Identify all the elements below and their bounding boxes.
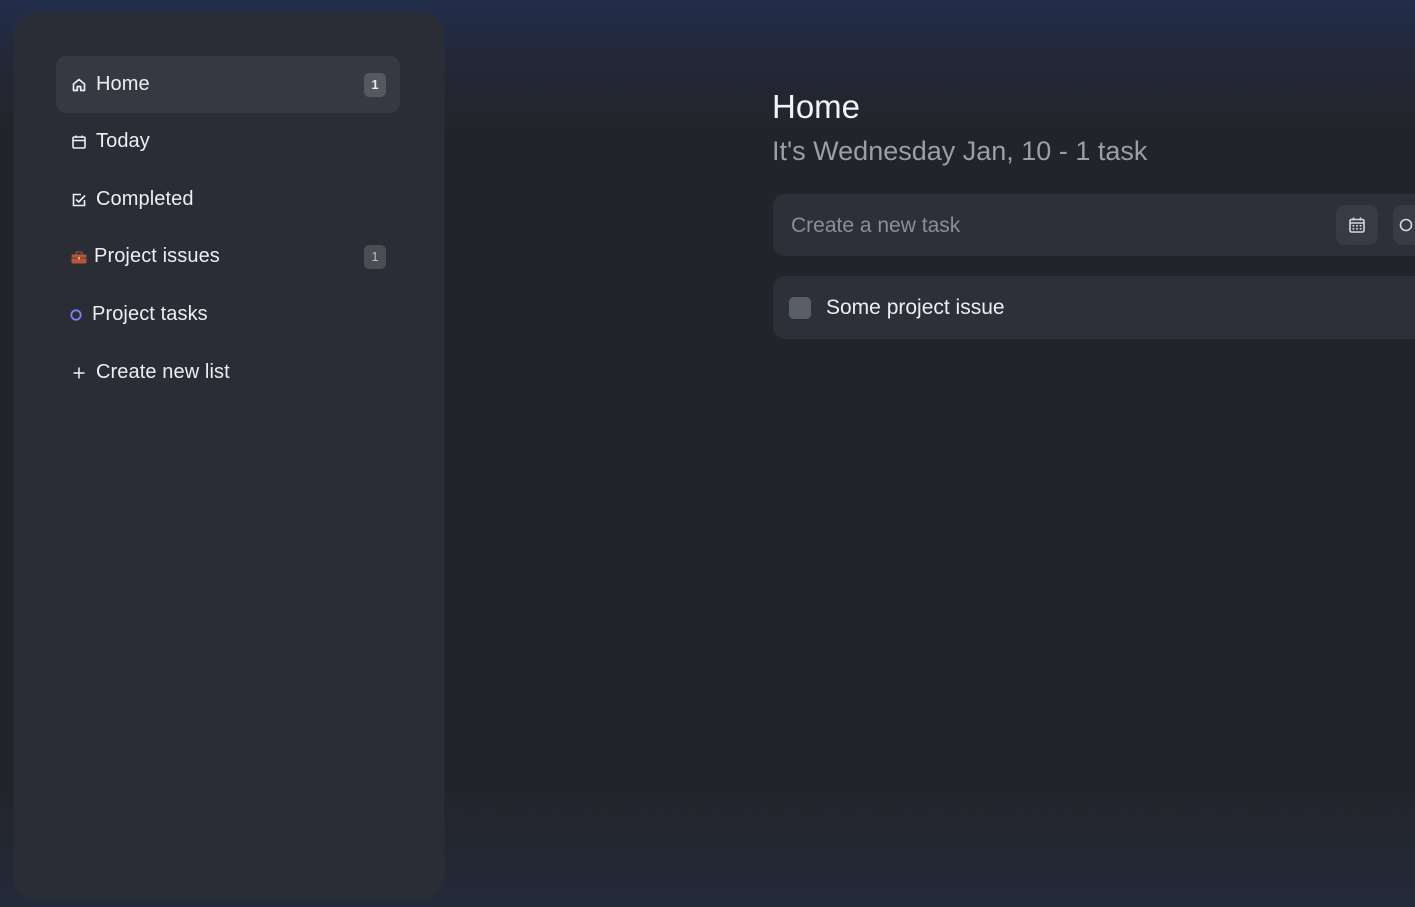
task-checkbox[interactable] (789, 296, 811, 319)
sidebar-item-project-tasks[interactable]: Project tasks (56, 286, 400, 343)
count-badge: 1 (364, 244, 386, 269)
sidebar-item-project-issues[interactable]: Project issues 1 (56, 228, 400, 285)
sidebar-item-completed[interactable]: Completed (56, 171, 400, 228)
sidebar-item-label: Home (96, 73, 150, 95)
create-new-list-button[interactable]: Create new list (56, 344, 400, 401)
new-task-bar (773, 194, 1415, 258)
calendar-icon (1348, 216, 1366, 234)
circle-icon (1398, 217, 1414, 233)
sidebar-item-home[interactable]: Home 1 (56, 56, 400, 113)
sidebar-item-label: Create new list (96, 361, 230, 383)
plus-icon (70, 364, 88, 382)
sidebar-item-label: Completed (96, 188, 194, 210)
task-label: Some project issue (826, 295, 1005, 319)
task-item[interactable]: Some project issue (773, 276, 1415, 339)
new-task-input[interactable] (789, 194, 1333, 258)
calendar-icon (70, 133, 88, 151)
briefcase-icon (70, 248, 88, 266)
sidebar: Home 1 Today Completed Project issues 1 … (14, 13, 444, 899)
list-select-button[interactable] (1393, 205, 1415, 245)
sidebar-item-today[interactable]: Today (56, 113, 400, 170)
check-square-icon (70, 191, 88, 209)
home-icon (70, 76, 88, 94)
sidebar-item-label: Today (96, 130, 150, 152)
due-date-button[interactable] (1336, 205, 1378, 245)
page-subtitle: It's Wednesday Jan, 10 - 1 task (772, 136, 1148, 166)
page-title: Home (772, 88, 861, 125)
circle-icon (70, 306, 82, 324)
sidebar-item-label: Project tasks (92, 303, 208, 325)
count-badge: 1 (364, 72, 386, 97)
sidebar-item-label: Project issues (94, 245, 220, 267)
